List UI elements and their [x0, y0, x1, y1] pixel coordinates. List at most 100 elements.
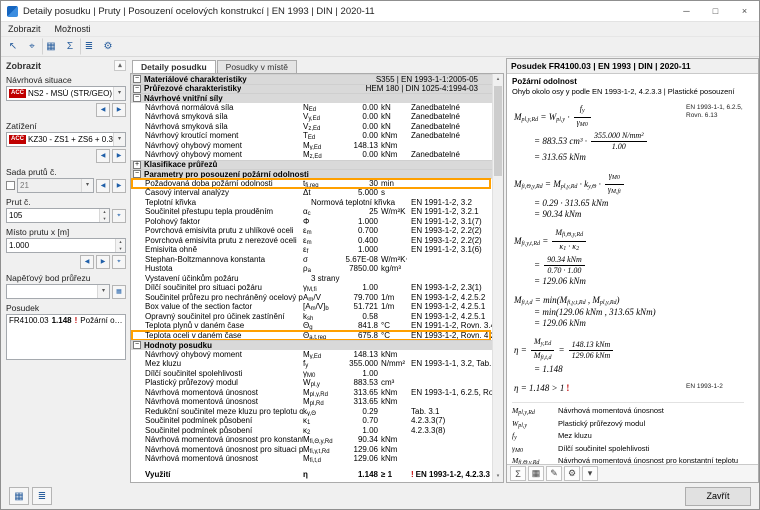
details-row[interactable]: Emisivita ohně εf 1.000 EN 1991-1-2, 3.1(6) [131, 245, 492, 255]
scroll-thumb[interactable] [494, 86, 502, 176]
loading-select[interactable]: ACC KZ30 - ZS1 + ZS6 + 0.30 * ZS2 ▾ [6, 132, 126, 147]
next-location-button[interactable]: ▶ [96, 255, 110, 269]
prev-situation-button[interactable]: ◀ [96, 103, 110, 117]
table-view-icon[interactable]: ▦ [528, 466, 544, 481]
details-row[interactable]: Součinitel průřezu pro nechráněný ocelov… [131, 293, 492, 303]
details-row[interactable]: Teplota oceli v daném čase Θa,t,req 675.8 °… [131, 329, 492, 341]
details-row[interactable]: Návrhová momentová únosnost pro konstant… [131, 435, 492, 445]
tab-posudky-v-miste[interactable]: Posudky v místě [216, 60, 298, 73]
select-pointer-icon[interactable]: ↖ [4, 38, 22, 55]
member-set-select[interactable]: 21 ▾ [17, 178, 94, 193]
scroll-up-icon[interactable]: ▴ [493, 74, 503, 85]
settings-icon[interactable]: ⚙ [564, 466, 580, 481]
spin-down-icon[interactable]: ▾ [116, 245, 125, 252]
details-row[interactable]: Povrchová emisivita prutu z nerezové oce… [131, 236, 492, 246]
chevron-down-icon[interactable]: ▾ [113, 87, 125, 100]
details-row[interactable]: Box value of the section factor [Am/V]b 51… [131, 302, 492, 312]
details-row[interactable]: Mez kluzu fy 355.000 N/mm² EN 1993-1-1, 3.2,… [131, 359, 492, 369]
check-list-item[interactable]: FR4100.03 1.148 ! Požární odol... [7, 315, 125, 326]
close-icon[interactable]: × [730, 1, 759, 21]
table-icon[interactable]: ▦ [42, 38, 60, 55]
details-row[interactable]: Návrhový ohybový moment My,Ed 148.13 kNm [131, 350, 492, 360]
member-input[interactable]: 105 ▴ ▾ [6, 208, 110, 223]
details-row[interactable]: Návrhová momentová únosnost Mfi,t,d 129.06… [131, 454, 492, 464]
formula-view-icon[interactable]: Σ [510, 466, 526, 481]
details-row[interactable]: Polohový faktor Φ 1.000 EN 1991-1-2, 3.1(7) [131, 217, 492, 227]
panels-icon[interactable]: ▦ [9, 487, 29, 505]
details-row[interactable]: Požadovaná doba požární odolnosti tfi,req… [131, 177, 492, 189]
pick-object-icon[interactable]: ⌖ [23, 38, 41, 55]
details-section-row[interactable]: − Hodnoty posudku [131, 340, 492, 350]
details-row[interactable]: Součinitel podmínek působení κ2 1.00 4.2.3.… [131, 426, 492, 436]
details-row[interactable]: Návrhová normálová síla NEd 0.00 kN Zanedbat… [131, 103, 492, 113]
stress-point-grid-button[interactable]: ▦ [112, 284, 126, 299]
collapse-icon[interactable]: − [133, 341, 141, 350]
list-icon[interactable]: ≣ [80, 38, 98, 55]
minimize-button[interactable]: ─ [672, 1, 701, 21]
details-row[interactable]: Součinitel podmínek působení κ1 0.70 4.2.3.… [131, 416, 492, 426]
details-row[interactable]: Hustota ρa 7850.00 kg/m³ [131, 264, 492, 274]
prev-member-set-button[interactable]: ◀ [96, 178, 110, 193]
collapse-icon[interactable]: + [133, 160, 141, 169]
details-row[interactable]: Návrhová momentová únosnost Mpl,Rd 313.65 k… [131, 397, 492, 407]
chevron-down-icon[interactable]: ▾ [97, 285, 109, 298]
details-section-row[interactable]: − Materiálové charakteristiky S355 | EN 19… [131, 74, 492, 84]
stress-point-select[interactable]: ▾ [6, 284, 110, 299]
details-row[interactable]: Návrhový ohybový moment My,Ed 148.13 kNm [131, 141, 492, 151]
menu-zobrazit[interactable]: Zobrazit [1, 24, 48, 34]
next-loading-button[interactable]: ▶ [112, 149, 126, 163]
location-input[interactable]: 1.000 ▴ ▾ [6, 238, 126, 253]
pick-location-button[interactable]: ⌖ [112, 255, 126, 269]
check-list[interactable]: FR4100.03 1.148 ! Požární odol... [6, 314, 126, 360]
collapse-panel-icon[interactable]: ▴ [114, 60, 126, 71]
chevron-down-icon[interactable]: ▾ [113, 133, 125, 146]
prev-location-button[interactable]: ◀ [80, 255, 94, 269]
collapse-icon[interactable]: − [133, 84, 141, 93]
details-row[interactable]: Redukční součinitel meze kluzu pro teplo… [131, 407, 492, 417]
details-row[interactable]: Dílčí součinitel spolehlivosti γM0 1.00 [131, 369, 492, 379]
zavrit-button[interactable]: Zavřít [685, 486, 751, 506]
scroll-down-icon[interactable]: ▾ [493, 471, 503, 482]
details-row[interactable]: Teplotní křivka Normová teplotní křivka EN… [131, 198, 492, 208]
next-situation-button[interactable]: ▶ [112, 103, 126, 117]
collapse-icon[interactable]: − [133, 75, 141, 84]
details-row[interactable]: Teplota plynů v daném čase Θg 841.8 °C EN 19… [131, 321, 492, 331]
details-row[interactable]: Vystavení účinkům požáru 3 strany [131, 274, 492, 284]
details-section-row[interactable]: + Klasifikace průřezů [131, 159, 492, 169]
details-row[interactable]: Opravný součinitel pro účinek zastínění k… [131, 312, 492, 322]
pick-member-button[interactable]: ⌖ [112, 208, 126, 223]
details-row[interactable]: Plastický průřezový modul Wpl,y 883.53 cm³ [131, 378, 492, 388]
spin-down-icon[interactable]: ▾ [100, 215, 109, 222]
details-section-row[interactable]: − Parametry pro posouzení požární odolnos… [131, 169, 492, 179]
details-row[interactable]: Návrhová momentová únosnost pro situaci … [131, 445, 492, 455]
details-section-row[interactable]: − Průřezové charakteristiky HEM 180 | DIN … [131, 83, 492, 93]
chevron-down-icon[interactable]: ▾ [81, 179, 93, 192]
member-set-checkbox[interactable] [6, 181, 15, 190]
design-situation-select[interactable]: ACC NS2 - MSÚ (STR/GEO) - mimořá... ▾ [6, 86, 126, 101]
member-spinner[interactable]: ▴ ▾ [99, 209, 109, 222]
prev-loading-button[interactable]: ◀ [96, 149, 110, 163]
details-row[interactable]: Časový interval analýzy Δt 5.000 s [131, 188, 492, 198]
location-spinner[interactable]: ▴ ▾ [115, 239, 125, 252]
sum-icon[interactable]: Σ [61, 38, 79, 55]
next-member-set-button[interactable]: ▶ [112, 178, 126, 193]
menu-moznosti[interactable]: Možnosti [48, 24, 98, 34]
settings-icon[interactable]: ⚙ [99, 38, 117, 55]
legend-icon[interactable]: ≣ [32, 487, 52, 505]
details-row[interactable]: Návrhový ohybový moment Mz,Ed 0.00 kNm Zaned… [131, 150, 492, 160]
details-row[interactable]: Dílčí součinitel pro situaci požáru γM,fi… [131, 283, 492, 293]
tab-detaily-posudku[interactable]: Detaily posudku [132, 60, 216, 73]
collapse-icon[interactable]: − [133, 94, 141, 103]
collapse-icon[interactable]: − [133, 170, 141, 179]
edit-icon[interactable]: ✎ [546, 466, 562, 481]
details-row[interactable]: Součinitel přestupu tepla prouděním αc 25 W… [131, 207, 492, 217]
utilization-row[interactable]: Využití η 1.148 ≥ 1 ! EN 1993-1-2, 4.2.3.3 [131, 470, 492, 480]
details-row[interactable]: Návrhová momentová únosnost Mpl,y,Rd 313.6… [131, 388, 492, 398]
details-row[interactable]: Povrchová emisivita prutu z uhlíkové oce… [131, 226, 492, 236]
details-row[interactable]: Návrhový kroutící moment TEd 0.00 kNm Zanedb… [131, 131, 492, 141]
details-row[interactable]: Návrhová smyková síla Vz,Ed 0.00 kN Zanedbat… [131, 122, 492, 132]
more-options-icon[interactable]: ▾ [582, 466, 598, 481]
details-scrollbar[interactable]: ▴ ▾ [492, 74, 503, 482]
maximize-button[interactable]: □ [701, 1, 730, 21]
details-row[interactable]: Stephan-Boltzmannova konstanta σ 5.67E-08 W… [131, 255, 492, 265]
